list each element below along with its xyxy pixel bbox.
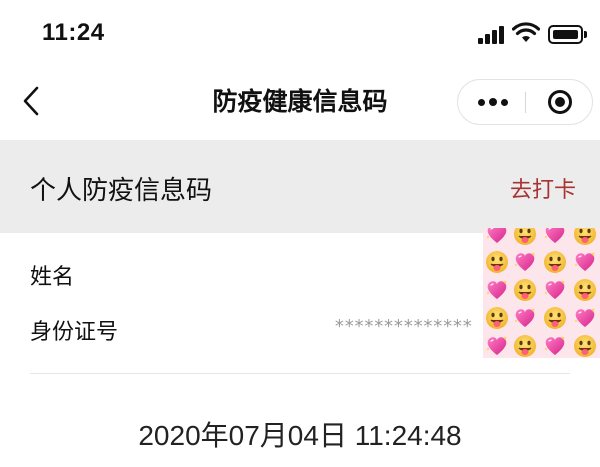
divider bbox=[30, 373, 570, 374]
chevron-left-icon[interactable] bbox=[20, 84, 46, 118]
nav-bar: 防疫健康信息码 bbox=[0, 62, 600, 140]
timestamp: 2020年07月04日 11:24:48 bbox=[138, 420, 462, 451]
miniprogram-close-icon[interactable] bbox=[526, 80, 593, 124]
status-bar: 11:24 bbox=[0, 0, 600, 62]
signal-icon bbox=[478, 26, 506, 44]
battery-icon bbox=[548, 25, 588, 44]
id-number-label: 身份证号 bbox=[30, 320, 119, 345]
more-dots-icon[interactable] bbox=[458, 80, 525, 124]
miniprogram-capsule bbox=[457, 79, 593, 125]
wifi-icon bbox=[512, 22, 540, 42]
status-time: 11:24 bbox=[42, 19, 105, 46]
emoji-sticker-icon bbox=[483, 228, 600, 358]
name-label: 姓名 bbox=[30, 265, 75, 290]
section-header: 个人防疫信息码 去打卡 bbox=[0, 140, 600, 233]
section-title: 个人防疫信息码 bbox=[30, 176, 213, 206]
checkin-button[interactable]: 去打卡 bbox=[510, 172, 576, 204]
id-number-value: ************** bbox=[334, 316, 473, 337]
